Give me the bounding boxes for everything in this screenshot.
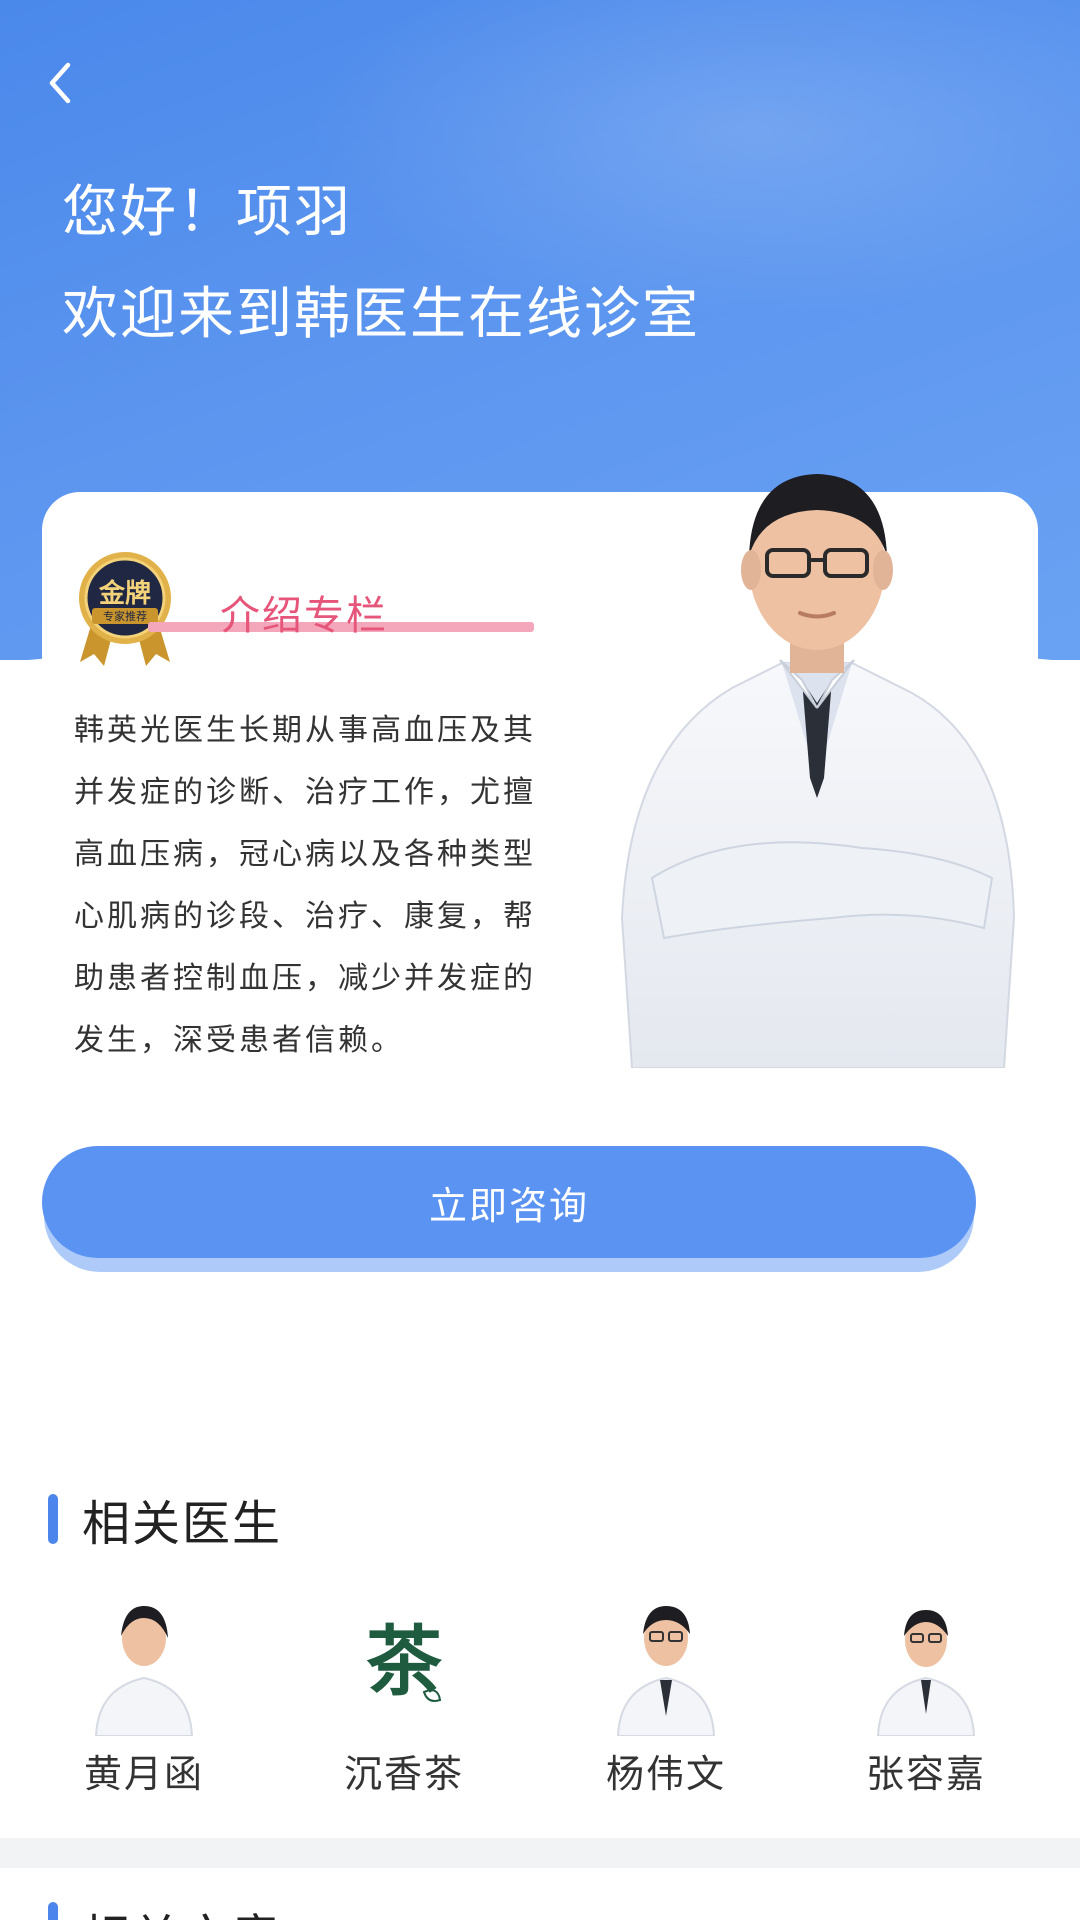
tea-logo-icon: 茶 xyxy=(366,1617,443,1706)
badge-top-text: 金牌 xyxy=(98,578,151,609)
doctor-name: 黄月函 xyxy=(83,1752,204,1796)
doctor-card-3[interactable]: 张容嘉 xyxy=(826,1596,1026,1798)
doctor-card-0[interactable]: 黄月函 xyxy=(44,1596,244,1798)
doctor-avatar xyxy=(616,1606,716,1736)
welcome-text: 欢迎来到韩医生在线诊室 xyxy=(62,282,700,347)
doctor-avatar xyxy=(94,1606,194,1736)
doctor-card-2[interactable]: 杨伟文 xyxy=(566,1596,766,1798)
section-accent-bar xyxy=(48,1494,58,1544)
header-sheen xyxy=(300,0,1080,320)
greeting-text: 您好！项羽 xyxy=(62,180,352,245)
doctor-avatar xyxy=(876,1610,976,1736)
doctor-photo xyxy=(620,474,1016,1068)
doctor-bio: 韩英光医生长期从事高血压及其并发症的诊断、治疗工作，尤擅高血压病，冠心病以及各种… xyxy=(74,713,536,1058)
related-doctors-list: 黄月函 茶 沉香茶 杨伟文 张容嘉 xyxy=(0,1596,1080,1806)
doctor-name: 沉香茶 xyxy=(343,1752,464,1796)
section-accent-bar xyxy=(48,1902,58,1920)
doctor-card-1[interactable]: 茶 沉香茶 xyxy=(304,1596,504,1798)
section-divider xyxy=(0,1838,1080,1868)
chevron-left-icon xyxy=(49,62,71,104)
badge-bottom-text: 专家推荐 xyxy=(103,609,147,623)
back-button[interactable] xyxy=(38,58,82,108)
doctor-name: 杨伟文 xyxy=(605,1752,726,1796)
doctor-name: 张容嘉 xyxy=(865,1752,986,1796)
section-title: 介绍专栏 xyxy=(220,593,388,639)
related-doctors-header: 相关医生 xyxy=(48,1484,282,1554)
related-articles-title: 相关文章 xyxy=(82,1898,282,1920)
related-articles-header: 相关文章 xyxy=(48,1898,282,1920)
related-doctors-title: 相关医生 xyxy=(82,1496,283,1552)
gold-badge-icon: 金牌 专家推荐 xyxy=(79,552,171,666)
consult-now-button[interactable]: 立即咨询 xyxy=(42,1146,976,1258)
tea-logo-text: 茶 xyxy=(366,1617,443,1706)
